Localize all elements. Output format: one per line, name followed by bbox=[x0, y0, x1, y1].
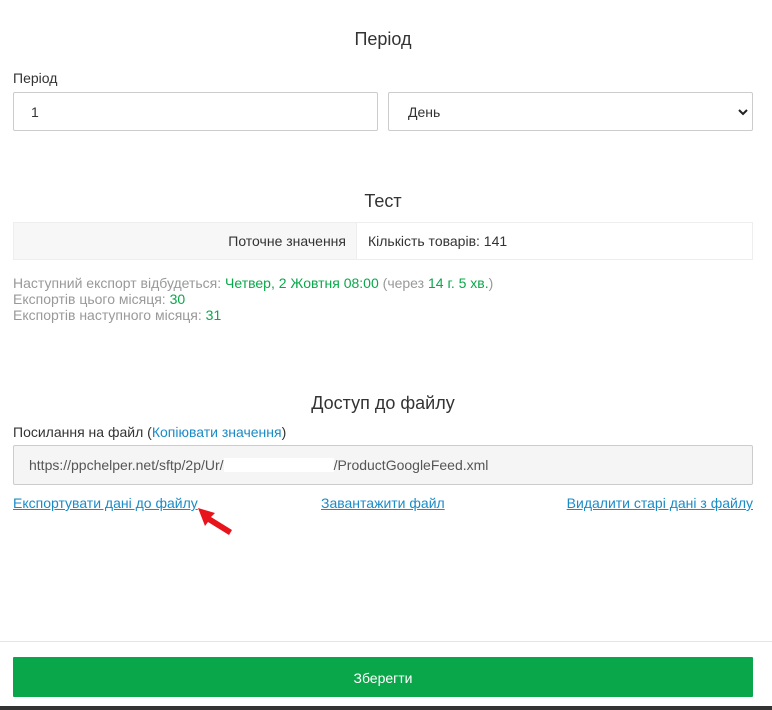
current-value-text: Кількість товарів: 141 bbox=[368, 233, 508, 249]
file-url-end: /ProductGoogleFeed.xml bbox=[333, 457, 489, 473]
period-field-label: Період bbox=[13, 70, 58, 86]
footer-divider bbox=[0, 641, 772, 642]
next-export-info: Наступний експорт відбудеться: Четвер, 2… bbox=[13, 275, 494, 291]
period-unit-select[interactable]: День bbox=[388, 92, 753, 131]
period-amount-input[interactable]: 1 bbox=[13, 92, 378, 131]
access-section-title: Доступ до файлу bbox=[311, 393, 455, 413]
bottom-edge bbox=[0, 706, 772, 710]
period-section-title: Період bbox=[354, 29, 412, 49]
file-url-field[interactable]: https://ppchelper.net/sftp/2p/Ur/ /Produc… bbox=[13, 445, 753, 485]
current-value-label: Поточне значення bbox=[14, 223, 357, 259]
next-export-countdown: 14 г. 5 хв. bbox=[427, 275, 489, 291]
test-section-title: Тест bbox=[364, 191, 402, 211]
export-to-file-link[interactable]: Експортувати дані до файлу bbox=[13, 495, 198, 511]
redacted-segment bbox=[223, 458, 334, 472]
next-export-date: Четвер, 2 Жовтня 08:00 bbox=[225, 275, 379, 291]
copy-value-link[interactable]: Копіювати значення bbox=[152, 424, 282, 440]
period-amount-value: 1 bbox=[31, 103, 39, 120]
red-arrow-icon bbox=[198, 508, 232, 535]
download-file-link[interactable]: Завантажити файл bbox=[321, 495, 445, 511]
period-unit-value: День bbox=[408, 103, 441, 120]
file-url-start: https://ppchelper.net/sftp/2p/Ur/ bbox=[29, 457, 224, 473]
save-button[interactable]: Зберегти bbox=[13, 657, 753, 697]
current-value-table: Поточне значення Кількість товарів: 141 bbox=[13, 222, 753, 260]
next-month-exports: Експортів наступного місяця: 31 bbox=[13, 307, 222, 323]
chevron-down-icon bbox=[738, 109, 748, 116]
this-month-exports: Експортів цього місяця: 30 bbox=[13, 291, 186, 307]
delete-old-data-link[interactable]: Видалити старі дані з файлу bbox=[567, 495, 753, 511]
file-link-label-row: Посилання на файл (Копіювати значення) bbox=[13, 424, 287, 440]
